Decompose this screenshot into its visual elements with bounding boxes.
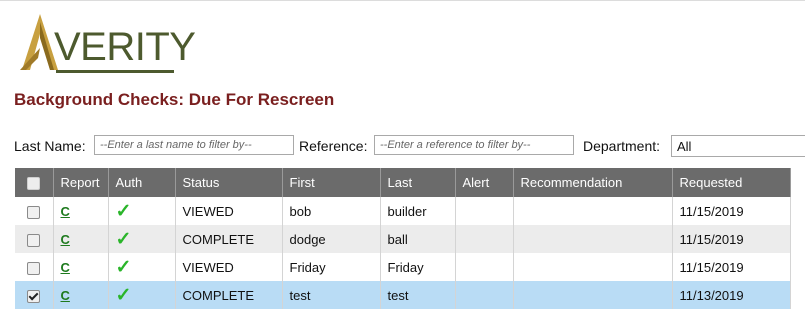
first-name-cell: test — [282, 281, 381, 309]
select-all-checkbox[interactable] — [27, 177, 41, 191]
row-checkbox-checked[interactable] — [27, 289, 41, 303]
status-cell: COMPLETE — [175, 281, 283, 309]
column-header-auth[interactable]: Auth — [108, 168, 176, 197]
check-mark-icon: ✓ — [115, 256, 132, 278]
first-name-cell: dodge — [282, 225, 381, 253]
table-header-row: Report Auth Status First Last Alert Reco… — [15, 168, 791, 197]
column-header-alert[interactable]: Alert — [455, 168, 514, 197]
check-mark-icon: ✓ — [115, 284, 132, 306]
verity-logo: VERITY — [16, 12, 196, 73]
requested-date-cell: 11/15/2019 — [672, 225, 791, 253]
column-header-requested[interactable]: Requested — [672, 168, 791, 197]
status-cell: VIEWED — [175, 197, 283, 225]
last-name-cell: ball — [380, 225, 456, 253]
last-name-cell: Friday — [380, 253, 456, 281]
page-title: Background Checks: Due For Rescreen — [14, 90, 335, 109]
last-name-cell: builder — [380, 197, 456, 225]
alert-cell — [455, 225, 514, 253]
status-cell: VIEWED — [175, 253, 283, 281]
alert-cell — [455, 281, 514, 309]
alert-cell — [455, 197, 514, 225]
table-row-selected[interactable]: C ✓ COMPLETE test test 11/13/2019 — [15, 281, 791, 309]
department-selected-value: All — [677, 139, 692, 154]
reference-label: Reference: — [299, 138, 368, 154]
report-link[interactable]: C — [61, 232, 70, 247]
logo-text: VERITY — [54, 25, 196, 69]
last-name-filter-input[interactable] — [94, 135, 294, 155]
row-checkbox[interactable] — [27, 205, 41, 219]
column-header-last[interactable]: Last — [380, 168, 456, 197]
last-name-label: Last Name: — [14, 138, 86, 154]
rescreen-table: Report Auth Status First Last Alert Reco… — [15, 168, 791, 309]
recommendation-cell — [513, 281, 673, 309]
column-header-status[interactable]: Status — [175, 168, 283, 197]
alert-cell — [455, 253, 514, 281]
check-mark-icon: ✓ — [115, 200, 132, 222]
status-cell: COMPLETE — [175, 225, 283, 253]
recommendation-cell — [513, 197, 673, 225]
department-select[interactable]: All — [671, 135, 805, 157]
requested-date-cell: 11/15/2019 — [672, 253, 791, 281]
row-checkbox[interactable] — [27, 261, 41, 275]
table-row[interactable]: C ✓ VIEWED Friday Friday 11/15/2019 — [15, 253, 791, 281]
recommendation-cell — [513, 225, 673, 253]
first-name-cell: bob — [282, 197, 381, 225]
column-header-first[interactable]: First — [282, 168, 381, 197]
report-link[interactable]: C — [61, 260, 70, 275]
report-link[interactable]: C — [61, 288, 70, 303]
first-name-cell: Friday — [282, 253, 381, 281]
last-name-cell: test — [380, 281, 456, 309]
department-label: Department: — [583, 138, 661, 154]
reference-filter-input[interactable] — [374, 135, 574, 155]
row-checkbox[interactable] — [27, 233, 41, 247]
table-row[interactable]: C ✓ COMPLETE dodge ball 11/15/2019 — [15, 225, 791, 253]
requested-date-cell: 11/15/2019 — [672, 197, 791, 225]
column-header-report[interactable]: Report — [53, 168, 109, 197]
top-divider — [0, 0, 805, 1]
recommendation-cell — [513, 253, 673, 281]
table-row[interactable]: C ✓ VIEWED bob builder 11/15/2019 — [15, 197, 791, 225]
column-header-recommendation[interactable]: Recommendation — [513, 168, 673, 197]
select-all-header[interactable] — [15, 168, 54, 197]
logo-underline — [56, 70, 174, 73]
report-link[interactable]: C — [61, 204, 70, 219]
requested-date-cell: 11/13/2019 — [672, 281, 791, 309]
check-mark-icon: ✓ — [115, 228, 132, 250]
